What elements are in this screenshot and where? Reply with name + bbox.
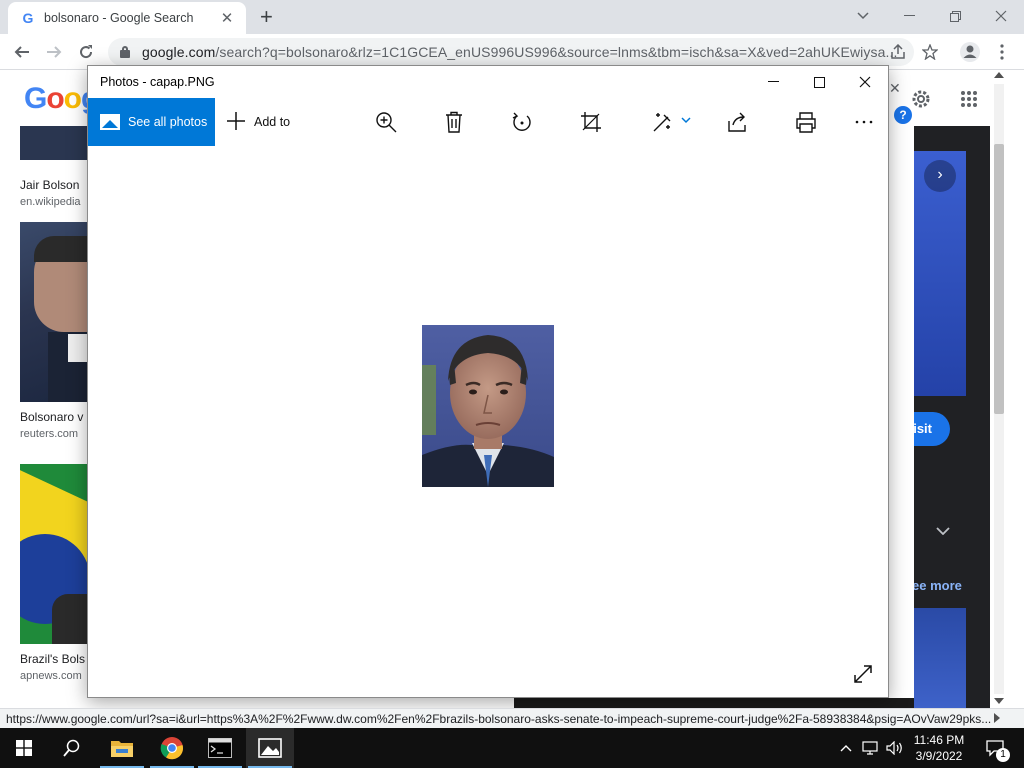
add-to-label: Add to xyxy=(254,115,291,129)
tab-search-icon[interactable] xyxy=(840,0,886,32)
scroll-up-icon[interactable] xyxy=(994,72,1004,78)
close-photos-icon[interactable] xyxy=(842,66,888,98)
see-more-link[interactable]: ee more xyxy=(914,578,962,593)
address-bar[interactable]: google.com/search?q=bolsonaro&rlz=1C1GCE… xyxy=(108,38,914,66)
bookmark-star-icon[interactable] xyxy=(918,40,942,64)
reload-icon[interactable] xyxy=(74,40,98,64)
page-scrollbar[interactable] xyxy=(990,70,1024,708)
zoom-in-icon[interactable] xyxy=(374,110,398,134)
photos-toolbar: See all photos Add to xyxy=(88,98,888,146)
windows-start-icon[interactable] xyxy=(0,728,48,768)
profile-avatar-icon[interactable] xyxy=(958,40,982,64)
show-hidden-icons-chevron-icon[interactable] xyxy=(836,728,856,768)
more-options-icon[interactable] xyxy=(852,110,876,134)
chrome-menu-icon[interactable] xyxy=(990,40,1014,64)
result-item[interactable]: Jair Bolson en.wikipedia xyxy=(20,170,88,208)
link-status-bar: https://www.google.com/url?sa=i&url=http… xyxy=(0,708,1024,728)
share-photo-icon[interactable] xyxy=(726,110,750,134)
browser-tab-strip: G bolsonaro - Google Search ✕ + xyxy=(0,0,1024,34)
related-image[interactable] xyxy=(914,608,966,708)
system-clock[interactable]: 11:46 PM 3/9/2022 xyxy=(906,732,972,764)
delete-trash-icon[interactable] xyxy=(442,110,466,134)
url-text: google.com/search?q=bolsonaro&rlz=1C1GCE… xyxy=(142,44,914,60)
photos-gallery-icon xyxy=(100,114,120,130)
result-title[interactable]: Jair Bolson xyxy=(20,178,88,192)
apps-grid-icon[interactable] xyxy=(960,90,978,113)
clock-time: 11:46 PM xyxy=(913,733,965,747)
result-image[interactable] xyxy=(20,222,88,402)
result-source: apnews.com xyxy=(20,670,82,682)
result-source: reuters.com xyxy=(20,428,79,440)
clock-date: 3/9/2022 xyxy=(915,749,963,763)
next-image-icon[interactable]: › xyxy=(924,160,956,192)
network-icon[interactable] xyxy=(860,728,882,768)
volume-icon[interactable] xyxy=(884,728,906,768)
fullscreen-expand-icon[interactable] xyxy=(852,663,876,687)
result-source: en.wikipedia xyxy=(20,196,81,208)
file-explorer-icon[interactable] xyxy=(98,728,146,768)
result-title[interactable]: Brazil's Bols xyxy=(20,652,88,666)
crop-icon[interactable] xyxy=(579,110,603,134)
visit-button[interactable]: isit xyxy=(914,412,950,446)
displayed-photo[interactable] xyxy=(422,325,554,487)
plus-icon xyxy=(226,109,246,135)
result-image-partial[interactable] xyxy=(20,126,88,160)
back-icon[interactable] xyxy=(10,40,34,64)
visit-button-label: isit xyxy=(914,421,932,436)
google-favicon-icon: G xyxy=(22,10,34,26)
share-icon[interactable] xyxy=(886,40,910,64)
image-preview-panel: › isit ee more xyxy=(914,126,990,708)
new-tab-icon[interactable]: + xyxy=(260,6,273,28)
minimize-photos-icon[interactable] xyxy=(750,66,796,98)
see-all-photos-button[interactable]: See all photos xyxy=(88,98,215,146)
url-host: google.com xyxy=(142,44,216,60)
close-browser-icon[interactable] xyxy=(978,0,1024,32)
maximize-photos-icon[interactable] xyxy=(796,66,842,98)
photos-titlebar[interactable]: Photos - capap.PNG xyxy=(88,66,888,98)
bottom-image-strip xyxy=(514,698,914,708)
expand-chevron-icon[interactable] xyxy=(936,522,950,540)
lock-icon[interactable] xyxy=(120,46,130,58)
action-center-icon[interactable]: 1 xyxy=(980,728,1010,768)
desktop-screen: G bolsonaro - Google Search ✕ + google.c… xyxy=(0,0,1024,768)
result-image[interactable] xyxy=(20,464,88,644)
photos-app-window: Photos - capap.PNG See all photos Add to xyxy=(87,65,889,698)
forward-icon[interactable] xyxy=(42,40,66,64)
restore-browser-icon[interactable] xyxy=(932,0,978,32)
add-to-button[interactable]: Add to xyxy=(226,98,290,146)
edit-enhance-icon[interactable] xyxy=(650,110,694,134)
see-all-photos-label: See all photos xyxy=(128,115,208,129)
close-tab-icon[interactable]: ✕ xyxy=(218,9,236,27)
search-icon[interactable] xyxy=(48,728,96,768)
terminal-icon[interactable] xyxy=(196,728,244,768)
chrome-taskbar-icon[interactable] xyxy=(148,728,196,768)
browser-tab[interactable]: G bolsonaro - Google Search ✕ xyxy=(8,2,246,34)
photos-window-title: Photos - capap.PNG xyxy=(100,75,215,89)
result-item[interactable]: Bolsonaro v reuters.com xyxy=(20,222,88,440)
scroll-down-icon[interactable] xyxy=(994,698,1004,704)
scrollbar-thumb[interactable] xyxy=(994,144,1004,414)
result-title[interactable]: Bolsonaro v xyxy=(20,410,88,424)
windows-taskbar: 11:46 PM 3/9/2022 1 xyxy=(0,728,1024,768)
photos-taskbar-icon[interactable] xyxy=(246,728,294,768)
close-preview-icon[interactable]: ✕ xyxy=(889,80,909,100)
tab-title: bolsonaro - Google Search xyxy=(44,11,194,25)
print-icon[interactable] xyxy=(794,110,818,134)
notification-count-badge: 1 xyxy=(996,748,1010,762)
rotate-icon[interactable] xyxy=(510,110,534,134)
scroll-right-icon[interactable] xyxy=(994,713,1000,723)
result-item[interactable]: Brazil's Bols apnews.com xyxy=(20,464,88,682)
settings-gear-icon[interactable] xyxy=(910,88,932,115)
minimize-browser-icon[interactable] xyxy=(886,0,932,32)
url-path: /search?q=bolsonaro&rlz=1C1GCEA_enUS996U… xyxy=(215,44,898,60)
